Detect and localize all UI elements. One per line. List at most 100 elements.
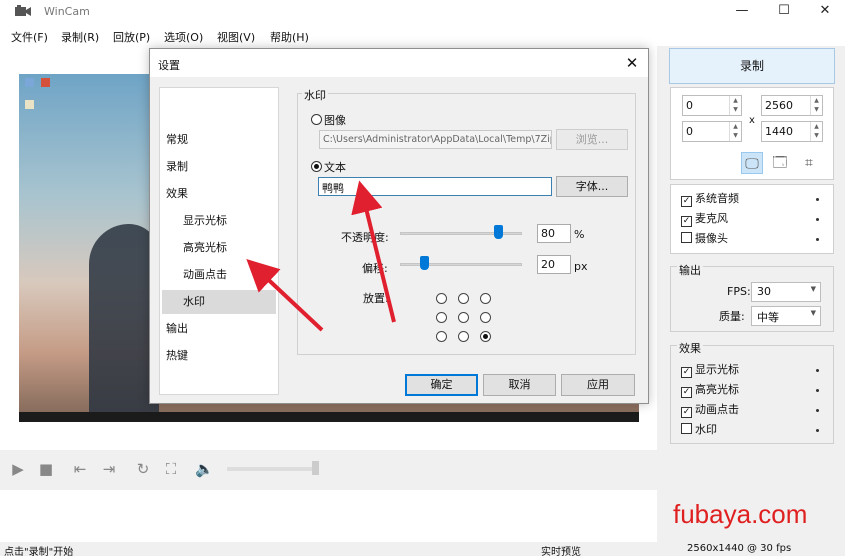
menu-help[interactable]: 帮助(H) [270,29,309,45]
position-middle-center-radio[interactable] [458,312,469,323]
play-icon[interactable]: ▶ [9,460,27,478]
close-button[interactable]: ✕ [805,0,845,24]
status-hint: 点击"录制"开始 [4,547,74,556]
menu-file[interactable]: 文件(F) [11,29,48,45]
region-width-input[interactable]: 2560 ▲ ▼ [761,95,823,116]
image-path-field[interactable]: C:\Users\Administrator\AppData\Local\Tem… [319,130,552,149]
position-top-center-radio[interactable] [458,293,469,304]
position-bottom-right-radio[interactable] [480,331,491,342]
nav-highlight-cursor[interactable]: 高亮光标 [160,236,278,260]
nav-general[interactable]: 常规 [160,128,278,152]
nav-effects[interactable]: 效果 [160,182,278,206]
settings-nav: 常规 录制 效果 显示光标 高亮光标 动画点击 水印 输出 热键 [159,87,279,395]
position-top-left-radio[interactable] [436,293,447,304]
dialog-close-button[interactable]: ✕ [622,53,642,73]
radio-circle[interactable] [311,161,322,172]
checkbox-box[interactable]: ✓ [681,196,692,207]
loop-icon[interactable]: ↻ [134,460,152,478]
region-height-input[interactable]: 1440 ▲ ▼ [761,121,823,142]
animate-clicks-checkbox[interactable]: ✓ 动画点击 [681,401,739,418]
status-mode: 实时预览 [541,547,581,556]
fullscreen-icon[interactable]: ⛶ [162,460,180,478]
position-top-right-radio[interactable] [480,293,491,304]
fps-select[interactable]: 30 ▼ [751,282,821,302]
record-button[interactable]: 录制 [669,48,835,84]
opacity-unit: % [574,228,585,241]
browse-button[interactable]: 浏览... [556,129,628,150]
offset-label: 偏移: [362,262,388,275]
nav-watermark[interactable]: 水印 [162,290,276,314]
skip-end-icon[interactable]: ⇥ [100,460,118,478]
stop-icon[interactable]: ■ [37,460,55,478]
opacity-slider-thumb[interactable] [493,225,503,239]
options-dot[interactable] [816,218,819,221]
checkbox-box[interactable]: ✓ [681,367,692,378]
volume-icon[interactable]: 🔈 [195,460,214,478]
position-bottom-center-radio[interactable] [458,331,469,342]
nav-recording[interactable]: 录制 [160,155,278,179]
position-middle-left-radio[interactable] [436,312,447,323]
show-cursor-checkbox[interactable]: ✓ 显示光标 [681,361,739,378]
offset-slider[interactable] [400,263,522,266]
nav-show-cursor[interactable]: 显示光标 [160,209,278,233]
options-dot[interactable] [816,198,819,201]
checkbox-box[interactable]: ✓ [681,387,692,398]
dialog-titlebar: 设置 ✕ [150,49,648,77]
position-bottom-left-radio[interactable] [436,331,447,342]
offset-unit: px [574,260,588,273]
settings-dialog: 设置 ✕ 常规 录制 效果 显示光标 高亮光标 动画点击 水印 输出 热键 水印… [149,48,649,404]
options-dot[interactable] [816,409,819,412]
nav-output[interactable]: 输出 [160,317,278,341]
menu-bar: 文件(F) 录制(R) 回放(P) 选项(O) 视图(V) 帮助(H) [0,24,845,46]
microphone-checkbox[interactable]: ✓ 麦克风 [681,210,728,227]
quality-label: 质量: [719,310,745,323]
minimize-button[interactable]: — [722,0,762,24]
radio-circle[interactable] [311,114,322,125]
crop-icon[interactable]: ⌗ [798,152,820,174]
menu-view[interactable]: 视图(V) [217,29,255,45]
nav-animate-clicks[interactable]: 动画点击 [160,263,278,287]
desktop-icon [41,78,50,87]
checkbox-box[interactable]: ✓ [681,216,692,227]
text-option-radio[interactable]: 文本 [311,159,346,175]
system-audio-checkbox[interactable]: ✓ 系统音频 [681,190,739,207]
checkbox-box[interactable] [681,423,692,434]
highlight-cursor-checkbox[interactable]: ✓ 高亮光标 [681,381,739,398]
volume-slider[interactable] [227,467,319,471]
quality-select[interactable]: 中等 ▼ [751,306,821,326]
offset-slider-thumb[interactable] [420,256,430,270]
menu-playback[interactable]: 回放(P) [113,29,150,45]
webcam-checkbox[interactable]: 摄像头 [681,230,728,246]
region-y-input[interactable]: 0 ▲ ▼ [682,121,742,142]
maximize-button[interactable]: ☐ [764,0,804,24]
options-dot[interactable] [816,389,819,392]
window-icon[interactable]: 🗔 [769,152,791,174]
watermark-text-input[interactable]: 鸭鸭 [318,177,552,196]
options-dot[interactable] [816,238,819,241]
times-label: x [749,115,755,126]
image-option-radio[interactable]: 图像 [311,112,346,128]
nav-hotkeys[interactable]: 热键 [160,344,278,368]
ok-button[interactable]: 确定 [405,374,478,396]
app-title: WinCam [44,5,90,18]
opacity-slider[interactable] [400,232,522,235]
menu-record[interactable]: 录制(R) [61,29,99,45]
menu-options[interactable]: 选项(O) [164,29,203,45]
volume-slider-thumb[interactable] [312,461,319,475]
cancel-button[interactable]: 取消 [483,374,556,396]
apply-button[interactable]: 应用 [561,374,635,396]
position-label: 放置: [363,292,389,305]
options-dot[interactable] [816,429,819,432]
opacity-input[interactable]: 80 [537,224,571,243]
watermark-checkbox[interactable]: 水印 [681,421,717,437]
dialog-title: 设置 [158,59,180,72]
region-x-input[interactable]: 0 ▲ ▼ [682,95,742,116]
options-dot[interactable] [816,369,819,372]
checkbox-box[interactable] [681,232,692,243]
font-button[interactable]: 字体... [556,176,628,197]
offset-input[interactable]: 20 [537,255,571,274]
position-middle-right-radio[interactable] [480,312,491,323]
monitor-icon[interactable]: 🖵 [741,152,763,174]
skip-start-icon[interactable]: ⇤ [71,460,89,478]
checkbox-box[interactable]: ✓ [681,407,692,418]
